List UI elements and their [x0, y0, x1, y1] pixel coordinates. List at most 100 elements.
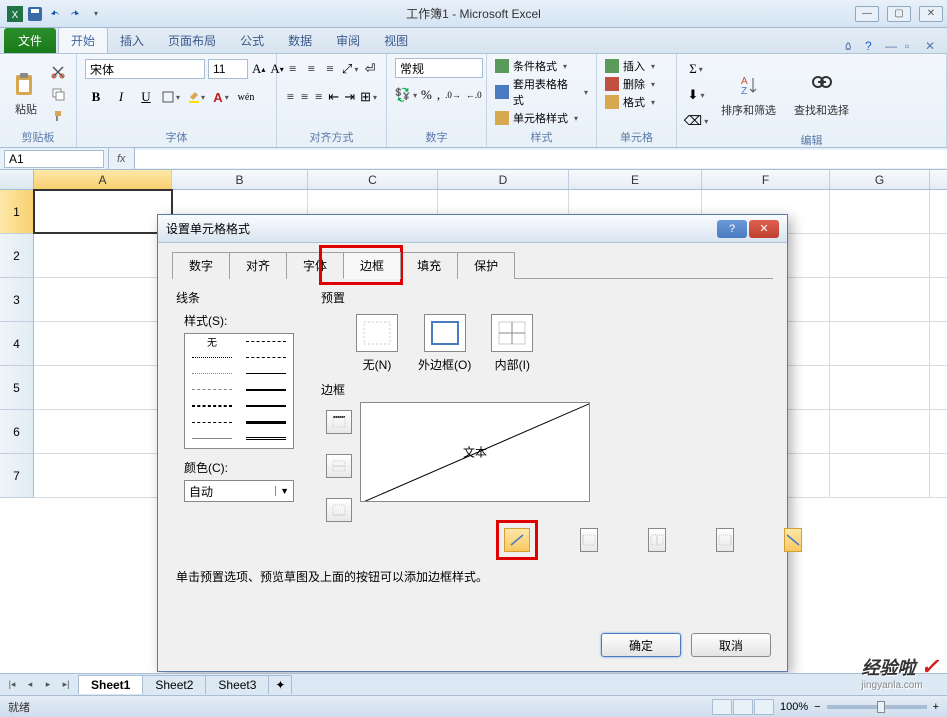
italic-button[interactable]: I	[110, 86, 132, 108]
cell[interactable]	[34, 410, 172, 453]
style-opt[interactable]	[185, 383, 239, 397]
sheet-tab-1[interactable]: Sheet1	[78, 675, 143, 694]
zoom-thumb[interactable]	[877, 701, 885, 713]
view-layout-button[interactable]	[733, 699, 753, 715]
border-preview[interactable]: 文本	[360, 402, 590, 502]
cell[interactable]	[34, 366, 172, 409]
dlg-tab-number[interactable]: 数字	[172, 252, 230, 279]
close-button[interactable]: ✕	[919, 6, 943, 22]
cell[interactable]	[830, 366, 930, 409]
fill-button[interactable]: ⬇	[685, 84, 707, 106]
font-color-button[interactable]: A	[210, 86, 232, 108]
preset-outline-button[interactable]: 外边框(O)	[418, 314, 471, 373]
col-header-b[interactable]: B	[172, 170, 308, 189]
autosum-button[interactable]: Σ	[685, 58, 707, 80]
align-left-button[interactable]: ≡	[285, 86, 296, 108]
style-opt[interactable]	[239, 367, 293, 381]
style-opt[interactable]	[239, 415, 293, 429]
border-left-button[interactable]	[580, 528, 598, 552]
sort-filter-button[interactable]: AZ 排序和筛选	[717, 70, 780, 120]
inc-decimal-button[interactable]: .0→	[444, 84, 462, 106]
formula-input[interactable]	[135, 150, 947, 168]
style-opt[interactable]	[185, 350, 239, 364]
find-select-button[interactable]: 查找和选择	[790, 70, 853, 120]
redo-icon[interactable]	[66, 5, 84, 23]
format-painter-button[interactable]	[48, 106, 68, 126]
style-opt[interactable]	[239, 334, 293, 348]
grow-font-button[interactable]: A▴	[251, 58, 266, 80]
phonetic-button[interactable]: wén	[235, 86, 257, 108]
dlg-tab-align[interactable]: 对齐	[229, 252, 287, 279]
dialog-close-button[interactable]: ✕	[749, 220, 779, 238]
cell[interactable]	[34, 278, 172, 321]
align-top-button[interactable]: ≡	[285, 58, 301, 80]
undo-icon[interactable]	[46, 5, 64, 23]
zoom-in-button[interactable]: +	[933, 701, 939, 713]
zoom-out-button[interactable]: −	[814, 701, 820, 713]
format-cells-button[interactable]: 格式	[605, 94, 655, 110]
dialog-title-bar[interactable]: 设置单元格格式 ? ✕	[158, 215, 787, 243]
cancel-button[interactable]: 取消	[691, 633, 771, 657]
style-opt[interactable]	[239, 383, 293, 397]
row-header-4[interactable]: 4	[0, 322, 34, 366]
dlg-tab-fill[interactable]: 填充	[400, 252, 458, 279]
minimize-button[interactable]: —	[855, 6, 879, 22]
fill-color-button[interactable]	[185, 86, 207, 108]
row-header-7[interactable]: 7	[0, 454, 34, 498]
border-button[interactable]	[160, 86, 182, 108]
help-icon[interactable]: ?	[865, 39, 879, 53]
row-header-5[interactable]: 5	[0, 366, 34, 410]
cell[interactable]	[830, 234, 930, 277]
style-opt[interactable]	[185, 367, 239, 381]
save-icon[interactable]	[26, 5, 44, 23]
font-name-combo[interactable]	[85, 59, 205, 79]
tab-insert[interactable]: 插入	[108, 28, 156, 53]
align-bottom-button[interactable]: ≡	[322, 58, 338, 80]
col-header-a[interactable]: A	[34, 170, 172, 189]
border-bottom-button[interactable]	[326, 498, 352, 522]
paste-button[interactable]: 粘贴	[8, 69, 44, 119]
tab-layout[interactable]: 页面布局	[156, 28, 228, 53]
cell[interactable]	[34, 322, 172, 365]
new-sheet-button[interactable]: ✦	[268, 675, 292, 694]
view-break-button[interactable]	[754, 699, 774, 715]
maximize-button[interactable]: ▢	[887, 6, 911, 22]
underline-button[interactable]: U	[135, 86, 157, 108]
cell-a1[interactable]	[34, 190, 172, 233]
bold-button[interactable]: B	[85, 86, 107, 108]
indent-dec-button[interactable]: ⇤	[327, 86, 340, 108]
align-center-button[interactable]: ≡	[299, 86, 310, 108]
copy-button[interactable]	[48, 84, 68, 104]
border-top-button[interactable]	[326, 410, 352, 434]
wrap-text-button[interactable]: ⏎	[362, 58, 378, 80]
border-diag-up-button[interactable]	[504, 528, 530, 552]
border-diag-down-button[interactable]	[784, 528, 802, 552]
cut-button[interactable]	[48, 62, 68, 82]
align-right-button[interactable]: ≡	[313, 86, 324, 108]
cell[interactable]	[830, 278, 930, 321]
dialog-help-button[interactable]: ?	[717, 220, 747, 238]
row-header-2[interactable]: 2	[0, 234, 34, 278]
style-opt[interactable]	[185, 415, 239, 429]
style-opt[interactable]	[239, 432, 293, 446]
indent-inc-button[interactable]: ⇥	[343, 86, 356, 108]
doc-minimize-icon[interactable]: —	[885, 39, 899, 53]
accounting-button[interactable]: 💱	[395, 84, 417, 106]
style-none[interactable]: 无	[185, 334, 239, 348]
tab-data[interactable]: 数据	[276, 28, 324, 53]
border-mid-h-button[interactable]	[326, 454, 352, 478]
number-format-combo[interactable]	[395, 58, 483, 78]
cell[interactable]	[34, 234, 172, 277]
ok-button[interactable]: 确定	[601, 633, 681, 657]
tab-view[interactable]: 视图	[372, 28, 420, 53]
cell[interactable]	[34, 454, 172, 497]
percent-button[interactable]: %	[420, 84, 433, 106]
delete-cells-button[interactable]: 删除	[605, 76, 655, 92]
clear-button[interactable]: ⌫	[685, 110, 707, 132]
cell[interactable]	[830, 454, 930, 497]
cell-styles-button[interactable]: 单元格样式	[495, 110, 578, 126]
doc-restore-icon[interactable]: ▫	[905, 39, 919, 53]
view-normal-button[interactable]	[712, 699, 732, 715]
align-middle-button[interactable]: ≡	[304, 58, 320, 80]
style-opt[interactable]	[239, 399, 293, 413]
